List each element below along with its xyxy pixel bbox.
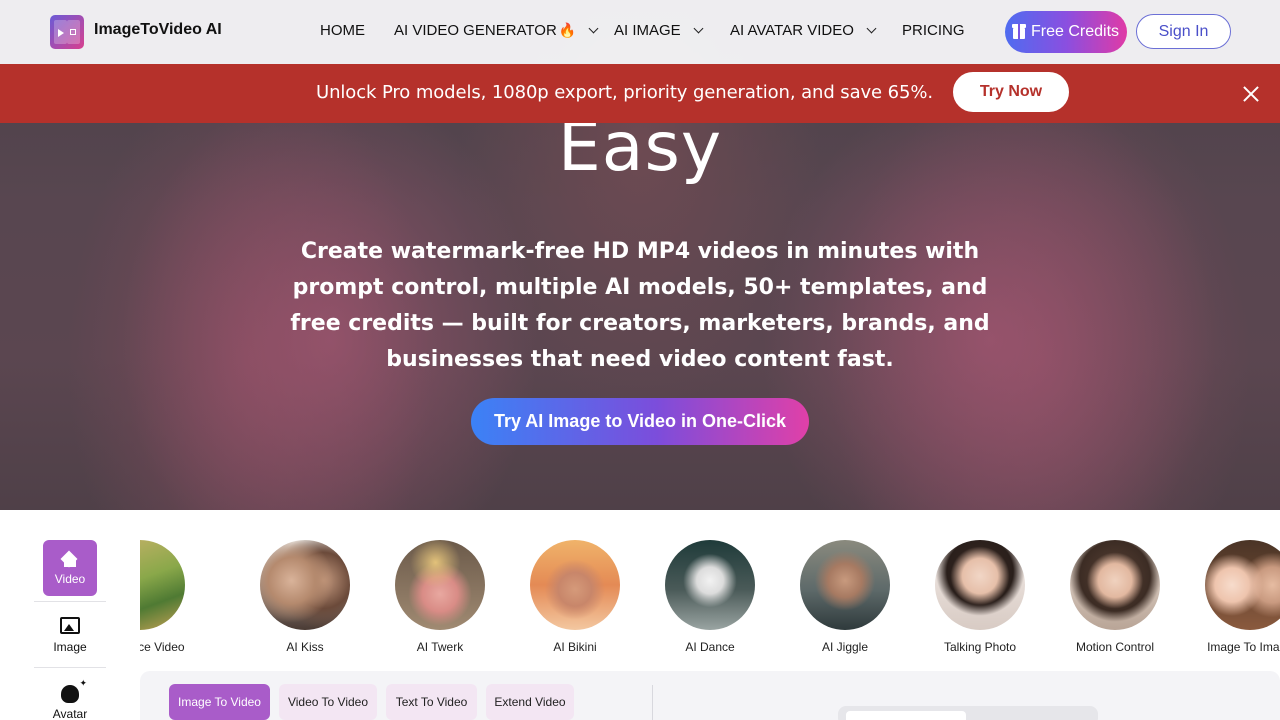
sidebar-divider (34, 667, 106, 668)
logo-icon[interactable] (50, 15, 84, 49)
nav-home-label: HOME (320, 22, 365, 39)
sidebar-item-video[interactable]: Video (43, 540, 97, 596)
chevron-down-icon (866, 23, 877, 34)
tab-text-to-video[interactable]: Text To Video (386, 684, 477, 720)
free-credits-label: Free Credits (1030, 23, 1120, 40)
sidebar-item-label: Avatar (52, 707, 88, 720)
feature-label: Reference Video (140, 640, 185, 654)
feature-label: Talking Photo (943, 640, 1017, 654)
feature-image-to-image[interactable]: Image To Image (1195, 540, 1280, 654)
sidebar-item-label: Image (53, 639, 87, 654)
sidebar-item-avatar[interactable]: Avatar (34, 670, 106, 720)
gift-icon (1011, 23, 1026, 39)
feature-ai-kiss[interactable]: AI Kiss (250, 540, 360, 654)
free-credits-button[interactable]: Free Credits (1005, 11, 1127, 53)
feature-ai-jiggle[interactable]: AI Jiggle (790, 540, 900, 654)
tab-extend-video[interactable]: Extend Video (486, 684, 574, 720)
close-icon[interactable] (1240, 83, 1262, 105)
sidebar-item-label: Video (54, 571, 86, 586)
feature-thumbnail (395, 540, 485, 630)
chevron-down-icon (588, 23, 599, 34)
tab-video-to-video[interactable]: Video To Video (279, 684, 377, 720)
nav-ai-avatar-video[interactable]: AI AVATAR VIDEO (730, 22, 877, 39)
nav-ai-image-label: AI IMAGE (614, 22, 681, 39)
feature-label: AI Jiggle (821, 640, 869, 654)
sign-in-button[interactable]: Sign In (1136, 14, 1231, 49)
promo-text: Unlock Pro models, 1080p export, priorit… (316, 82, 933, 103)
feature-label: AI Kiss (286, 640, 324, 654)
fire-icon: 🔥 (558, 22, 577, 38)
avatar-icon (61, 678, 87, 703)
feature-thumbnail (530, 540, 620, 630)
feature-thumbnail (140, 540, 185, 630)
home-icon (61, 551, 79, 568)
sidebar-item-image[interactable]: Image (34, 602, 106, 668)
nav-pricing[interactable]: PRICING (902, 22, 965, 39)
feature-thumbnail (1205, 540, 1280, 630)
feature-thumbnail (1070, 540, 1160, 630)
preview-area (838, 706, 1098, 720)
feature-thumbnail (800, 540, 890, 630)
panel-divider (652, 685, 653, 720)
feature-label: Motion Control (1075, 640, 1155, 654)
feature-ai-twerk[interactable]: AI Twerk (385, 540, 495, 654)
nav-pricing-label: PRICING (902, 22, 965, 39)
nav-ai-image[interactable]: AI IMAGE (614, 22, 704, 39)
feature-carousel: Reference Video AI Kiss AI Twerk AI Biki… (140, 530, 1280, 660)
try-now-button[interactable]: Try Now (953, 72, 1069, 112)
logo-text[interactable]: ImageToVideo AI (94, 21, 222, 39)
tab-image-to-video[interactable]: Image To Video (169, 684, 270, 720)
feature-motion-control[interactable]: Motion Control (1060, 540, 1170, 654)
feature-thumbnail (935, 540, 1025, 630)
hero-cta-button[interactable]: Try AI Image to Video in One-Click (471, 398, 809, 445)
feature-label: Image To Image (1207, 640, 1280, 654)
feature-talking-photo[interactable]: Talking Photo (925, 540, 1035, 654)
hero-subheadline: Create watermark-free HD MP4 videos in m… (290, 239, 990, 372)
image-icon (60, 616, 80, 634)
nav-ai-avatar-video-label: AI AVATAR VIDEO (730, 22, 854, 39)
feature-label: AI Twerk (416, 640, 464, 654)
nav-ai-video-generator[interactable]: AI VIDEO GENERATOR 🔥 (394, 22, 599, 39)
feature-thumbnail (665, 540, 755, 630)
nav-ai-video-generator-label: AI VIDEO GENERATOR (394, 22, 557, 39)
chevron-down-icon (693, 23, 704, 34)
promo-banner: Unlock Pro models, 1080p export, priorit… (0, 64, 1280, 123)
feature-label: AI Dance (685, 640, 735, 654)
feature-ai-bikini[interactable]: AI Bikini (520, 540, 630, 654)
feature-ai-dance[interactable]: AI Dance (655, 540, 765, 654)
nav-home[interactable]: HOME (320, 22, 365, 39)
top-nav: ImageToVideo AI HOME AI VIDEO GENERATOR 🔥… (0, 0, 1280, 64)
feature-label: AI Bikini (553, 640, 597, 654)
feature-reference-video[interactable]: Reference Video (140, 540, 195, 654)
feature-thumbnail (260, 540, 350, 630)
